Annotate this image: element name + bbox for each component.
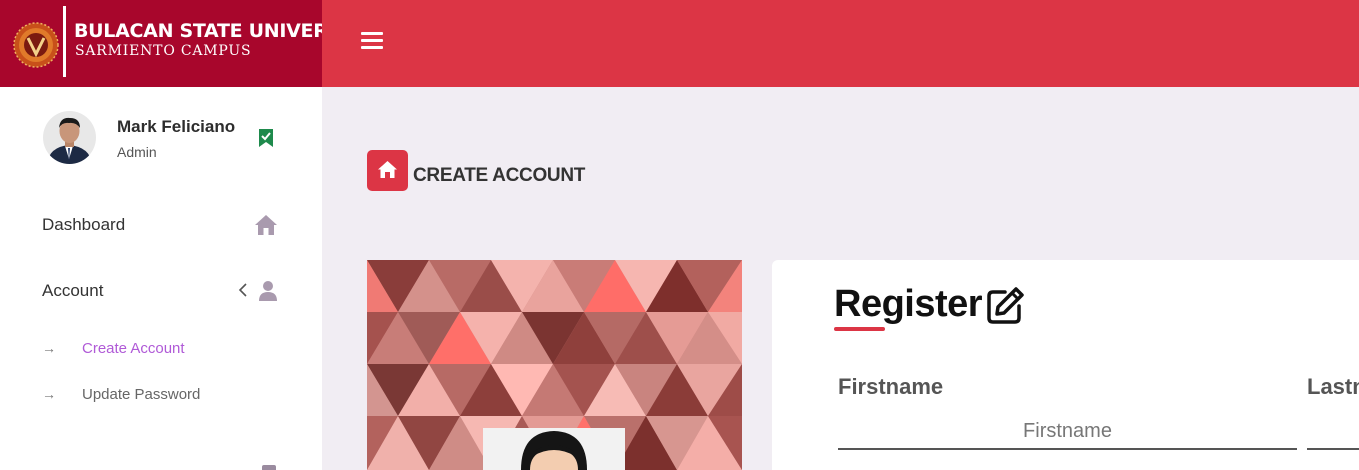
sidebar-subitem-create-account[interactable]: Create Account <box>82 340 185 357</box>
sidebar-partial-icon <box>262 465 276 470</box>
user-name: Mark Feliciano <box>117 117 236 136</box>
university-seal-logo <box>13 22 59 68</box>
user-icon[interactable] <box>258 280 278 302</box>
edit-icon <box>987 287 1024 324</box>
profile-photo-placeholder <box>483 428 625 470</box>
hamburger-menu-icon[interactable] <box>361 32 385 52</box>
page-title: CREATE ACCOUNT <box>413 165 586 186</box>
lastname-label: Lastn <box>1307 374 1359 399</box>
lastname-input[interactable] <box>1307 448 1359 450</box>
top-navbar <box>322 0 1359 87</box>
home-icon <box>378 161 397 178</box>
firstname-input[interactable] <box>838 414 1297 450</box>
brand-divider <box>63 6 66 77</box>
sidebar-item-account[interactable]: Account <box>42 281 103 301</box>
arrow-right-icon: → <box>42 386 56 402</box>
brand-header: BULACAN STATE UNIVERSITY SARMIENTO CAMPU… <box>0 0 374 87</box>
user-role: Admin <box>117 144 157 160</box>
chevron-left-icon[interactable] <box>238 282 248 298</box>
firstname-label: Firstname <box>838 374 944 399</box>
arrow-right-icon: → <box>42 340 56 356</box>
verified-badge-icon <box>259 129 273 147</box>
avatar <box>43 111 96 164</box>
home-icon[interactable] <box>254 214 278 236</box>
title-underline <box>834 327 885 331</box>
register-title: Register <box>834 283 983 325</box>
sidebar-item-dashboard[interactable]: Dashboard <box>42 215 125 235</box>
sidebar-subitem-update-password[interactable]: Update Password <box>82 386 200 403</box>
sidebar: Mark Feliciano Admin Dashboard Account →… <box>0 87 322 470</box>
home-icon-button[interactable] <box>367 150 408 191</box>
brand-subtitle: SARMIENTO CAMPUS <box>75 43 252 59</box>
